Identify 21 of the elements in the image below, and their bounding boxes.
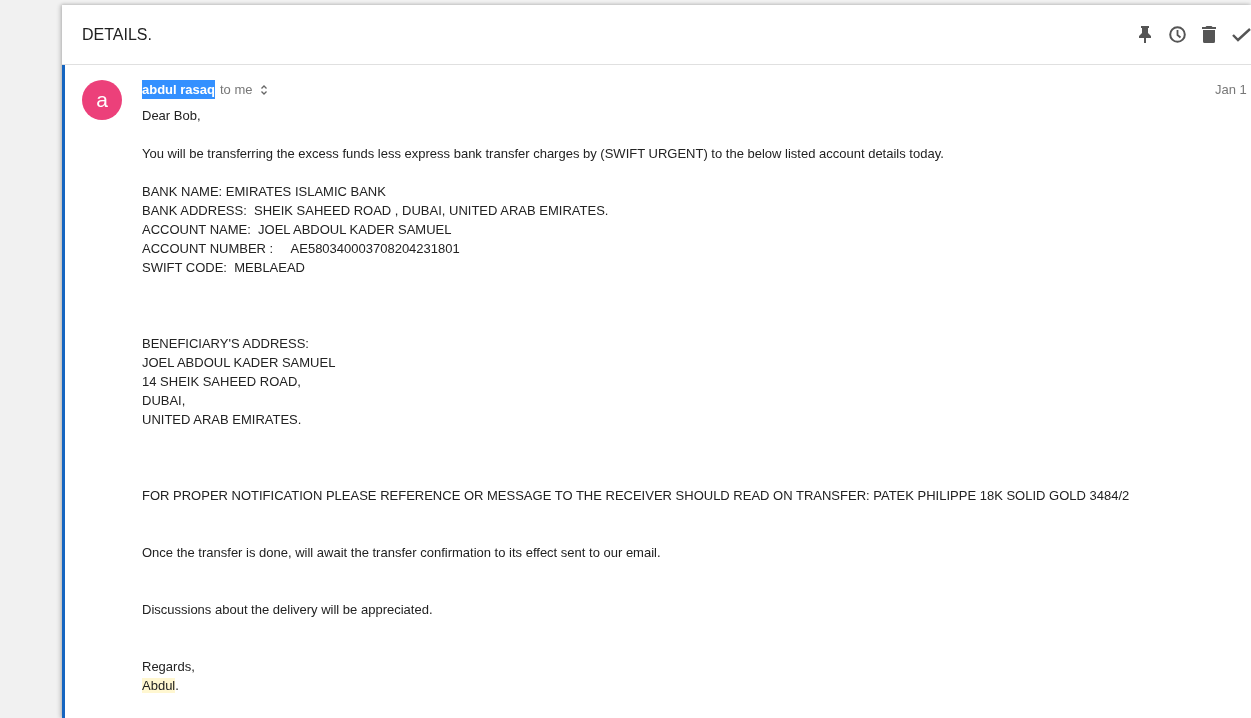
email-paragraph: Discussions about the delivery will be appreciated. [142,601,433,619]
sender-name: abdul rasaq [142,80,215,99]
email-paragraph: Once the transfer is done, will await the transfer confirmation to its effect sent to our email. [142,544,661,562]
recipient-label: to me [219,81,253,99]
email-paragraph: BENEFICIARY'S ADDRESS: JOEL ABDOUL KADER SAMUEL 14 SHEIK SAHEED ROAD, DUBAI, UNITED ARAB EMIRATES. [142,335,336,429]
trash-icon [1202,26,1216,43]
email-paragraph: You will be transferring the excess funds less express bank transfer charges by (SWIFT URGENT) to the below listed account details today. [142,145,944,163]
chevron-updown-icon[interactable] [261,84,268,95]
pin-icon [1139,26,1151,43]
avatar: a [82,80,122,120]
email-paragraph: Regards, [142,658,195,676]
check-icon [1231,27,1251,42]
snooze-button[interactable] [1167,24,1187,45]
email-paragraph: BANK NAME: EMIRATES ISLAMIC BANK BANK ADDRESS: SHEIK SAHEED ROAD , DUBAI, UNITED ARAB EMIRATES. ACCOUNT NAME: JOEL ABDOUL KADER SAMUEL ACCOUNT NUMBER : AE580340003708204231801 SWIFT CODE: MEBLAEAD [142,183,609,277]
message-date: Jan 1 [1215,81,1248,99]
card-title: DETAILS. [82,26,152,43]
clock-icon [1168,26,1186,43]
email-paragraph: Dear Bob, [142,107,201,125]
signature: Abdul. [142,677,179,695]
delete-button[interactable] [1199,24,1219,45]
email-paragraph: FOR PROPER NOTIFICATION PLEASE REFERENCE OR MESSAGE TO THE RECEIVER SHOULD READ ON TRANSFER: PATEK PHILIPPE 18K SOLID GOLD 3484/2 [142,487,1130,505]
